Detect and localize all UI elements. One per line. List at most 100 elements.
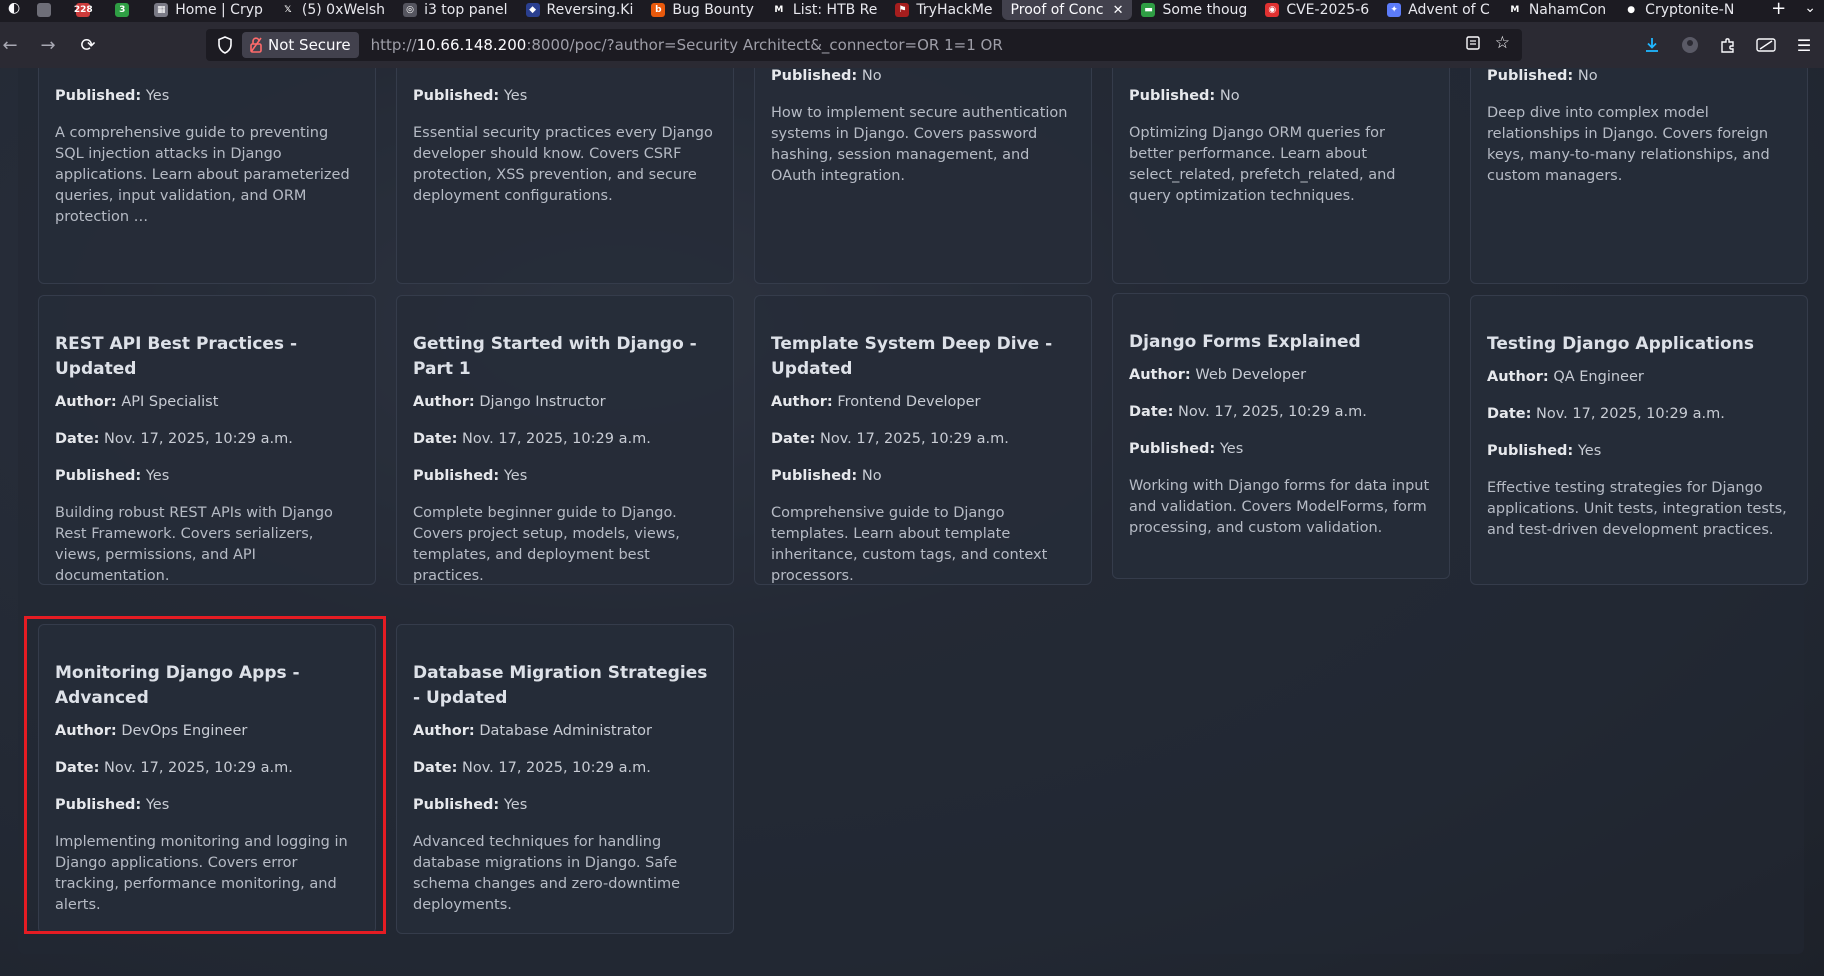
- published-label: Published:: [413, 797, 500, 813]
- browser-tab[interactable]: [28, 0, 67, 20]
- post-card: Date: Nov. 17, 2025, 10:29 a.m.Published…: [38, 68, 376, 284]
- tab-favicon-icon: ◆: [525, 3, 540, 17]
- post-published: Published: Yes: [413, 795, 717, 815]
- tab-label: Advent of C: [1408, 2, 1490, 18]
- post-published: Published: Yes: [413, 466, 717, 486]
- browser-tab[interactable]: 𝕏 (5) 0xWelsh: [272, 0, 394, 20]
- not-secure-indicator[interactable]: Not Secure: [242, 32, 359, 58]
- browser-tab[interactable]: ◉ CVE-2025-6: [1256, 0, 1378, 20]
- post-card: Django Forms Explained Author: Web Develo…: [1112, 293, 1450, 579]
- account-avatar-icon[interactable]: [1678, 33, 1702, 57]
- shield-icon[interactable]: [214, 34, 236, 56]
- tab-favicon-icon: M: [771, 3, 786, 17]
- post-author: Author: Web Developer: [1129, 365, 1433, 385]
- post-author: Author: Django Instructor: [413, 392, 717, 412]
- tab-label: i3 top panel: [424, 2, 508, 18]
- reload-icon[interactable]: ⟳: [72, 29, 104, 61]
- tab-label: Proof of Conc: [1010, 2, 1104, 18]
- date-label: Date:: [413, 431, 458, 447]
- post-published: Published: Yes: [55, 466, 359, 486]
- post-date: Date: Nov. 17, 2025, 10:29 a.m.: [55, 429, 359, 449]
- post-date: Date: Nov. 17, 2025, 10:29 a.m.: [55, 68, 359, 69]
- browser-tab[interactable]: Proof of Conc ✕: [1001, 0, 1133, 20]
- published-label: Published:: [1129, 441, 1216, 457]
- post-author: Author: QA Engineer: [1487, 367, 1791, 387]
- post-published: Published: No: [1129, 86, 1433, 106]
- post-author: Author: DevOps Engineer: [55, 721, 359, 741]
- date-value: Nov. 17, 2025, 10:29 a.m.: [1178, 404, 1367, 420]
- post-card: Date: Nov. 17, 2025, 10:29 a.m.Published…: [754, 68, 1092, 284]
- tab-label: Reversing.Ki: [546, 2, 634, 18]
- post-card: Database Migration Strategies - Updated A…: [396, 624, 734, 934]
- date-label: Date:: [413, 760, 458, 776]
- browser-tab[interactable]: ◎ i3 top panel: [394, 0, 516, 20]
- tab-favicon-icon: ▬: [1141, 3, 1156, 17]
- menu-icon[interactable]: ☰: [1792, 33, 1816, 57]
- browser-tab[interactable]: ▦ Home | Cryp: [145, 0, 272, 20]
- published-label: Published:: [413, 88, 500, 104]
- forward-icon[interactable]: →: [32, 29, 64, 61]
- published-value: Yes: [145, 88, 170, 104]
- post-title: Template System Deep Dive - Updated: [771, 334, 1053, 379]
- post-date: Date: Nov. 17, 2025, 10:29 a.m.: [413, 758, 717, 778]
- author-value: API Specialist: [121, 394, 219, 410]
- browser-tab[interactable]: ✦ Advent of C: [1378, 0, 1499, 20]
- browser-tab[interactable]: ◆ Reversing.Ki: [517, 0, 643, 20]
- tab-close-icon[interactable]: ✕: [1113, 3, 1124, 18]
- bookmark-star-icon[interactable]: ☆: [1495, 35, 1510, 55]
- download-icon[interactable]: [1640, 33, 1664, 57]
- browser-tab[interactable]: M List: HTB Re: [763, 0, 887, 20]
- tab-label: List: HTB Re: [792, 2, 878, 18]
- url-scheme: http://: [370, 36, 417, 54]
- published-value: No: [861, 68, 882, 84]
- browser-tab[interactable]: ⚑ TryHackMe: [886, 0, 1001, 20]
- published-label: Published:: [1487, 68, 1574, 84]
- browser-tab[interactable]: ▬ Some thoug: [1132, 0, 1256, 20]
- post-date: Date: Nov. 17, 2025, 10:29 a.m.: [413, 429, 717, 449]
- post-card: Date: Nov. 17, 2025, 10:29 a.m.Published…: [1470, 68, 1808, 284]
- nav-toolbar: ← → ⟳ Not Secure http://10.66.148.200:80…: [0, 22, 1824, 68]
- date-value: Nov. 17, 2025, 10:29 a.m.: [462, 431, 651, 447]
- post-description: Building robust REST APIs with Django Re…: [55, 505, 333, 584]
- reader-view-icon[interactable]: [1465, 35, 1481, 55]
- url-host: 10.66.148.200: [416, 36, 527, 54]
- post-description: How to implement secure authentication s…: [771, 105, 1068, 184]
- browser-tab[interactable]: 228: [67, 0, 106, 20]
- post-description: Advanced techniques for handling databas…: [413, 834, 681, 913]
- github-icon[interactable]: ◐: [0, 0, 28, 16]
- published-value: No: [1219, 88, 1240, 104]
- author-label: Author:: [1129, 367, 1191, 383]
- tab-list-chevron-icon[interactable]: ⌄: [1796, 0, 1824, 16]
- url-text[interactable]: http://10.66.148.200:8000/poc/?author=Se…: [371, 36, 1003, 54]
- author-label: Author:: [413, 394, 475, 410]
- tab-label: TryHackMe: [916, 2, 993, 18]
- author-value: Django Instructor: [479, 394, 606, 410]
- author-label: Author:: [771, 394, 833, 410]
- tab-favicon-icon: b: [651, 3, 666, 17]
- published-label: Published:: [771, 68, 858, 84]
- author-value: DevOps Engineer: [121, 723, 248, 739]
- post-published: Published: Yes: [413, 86, 717, 106]
- published-label: Published:: [55, 468, 142, 484]
- extensions-icon[interactable]: [1716, 33, 1740, 57]
- new-tab-icon[interactable]: +: [1761, 0, 1796, 18]
- post-published: Published: No: [771, 466, 1075, 486]
- browser-tab[interactable]: b Bug Bounty: [642, 0, 763, 20]
- post-title: REST API Best Practices - Updated: [55, 334, 298, 379]
- back-icon[interactable]: ←: [0, 29, 26, 61]
- post-published: Published: Yes: [1487, 441, 1791, 461]
- post-card: Template System Deep Dive - Updated Autho…: [754, 295, 1092, 585]
- browser-tab[interactable]: 3: [106, 0, 145, 20]
- author-value: Database Administrator: [479, 723, 652, 739]
- url-bar[interactable]: Not Secure http://10.66.148.200:8000/poc…: [206, 29, 1522, 61]
- tab-strip: ◐ 228 3 ▦ Home | Cryp 𝕏 (5) 0xWelsh ◎ i3 top pa…: [0, 0, 1824, 22]
- post-published: Published: Yes: [55, 795, 359, 815]
- tab-label: (5) 0xWelsh: [301, 2, 386, 18]
- post-description: Working with Django forms for data input…: [1129, 478, 1430, 536]
- browser-tab[interactable]: M NahamCon: [1499, 0, 1615, 20]
- browser-tab[interactable]: ● Cryptonite-N: [1615, 0, 1743, 20]
- author-label: Author:: [413, 723, 475, 739]
- date-value: Nov. 17, 2025, 10:29 a.m.: [462, 760, 651, 776]
- tab-favicon-icon: 3: [115, 3, 130, 17]
- screenshot-icon[interactable]: [1754, 33, 1778, 57]
